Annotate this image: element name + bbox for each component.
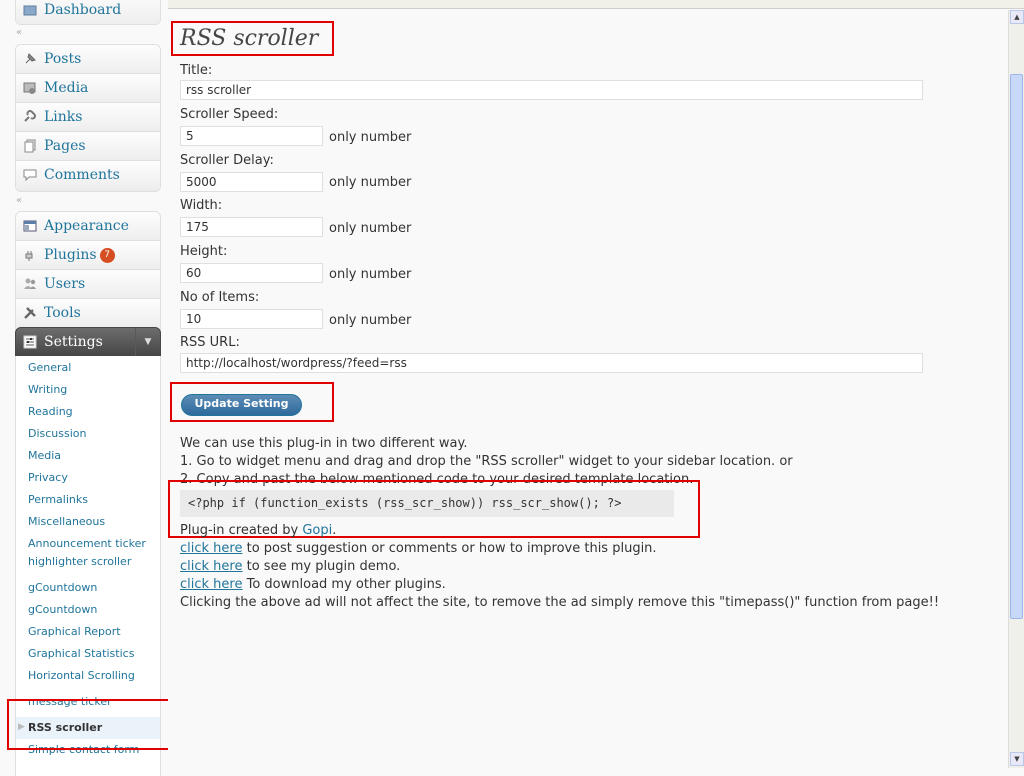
menu-tools[interactable]: Tools (16, 299, 160, 327)
media-icon (22, 80, 38, 96)
menu-dashboard-label: Dashboard (44, 2, 122, 18)
comments-icon (22, 167, 38, 183)
submenu-gcountdown-2[interactable]: gCountdown (28, 603, 97, 616)
scroll-down-arrow-icon[interactable]: ▼ (1010, 752, 1024, 766)
submenu-gcountdown[interactable]: gCountdown (28, 581, 97, 594)
submenu-general[interactable]: General (28, 361, 71, 374)
submenu-privacy[interactable]: Privacy (28, 471, 68, 484)
menu-plugins-label: Plugins (44, 247, 97, 263)
demo-text: to see my plugin demo. (242, 559, 401, 574)
submenu-miscellaneous[interactable]: Miscellaneous (28, 515, 105, 528)
appearance-icon (22, 218, 38, 234)
submenu-discussion[interactable]: Discussion (28, 427, 87, 440)
download-line: click here To download my other plugins. (180, 577, 446, 592)
rss-url-input[interactable] (180, 353, 923, 373)
demo-click-here-link[interactable]: click here (180, 559, 242, 574)
menu-posts[interactable]: Posts (16, 45, 160, 74)
title-input[interactable] (180, 80, 923, 100)
menu-links[interactable]: Links (16, 103, 160, 132)
admin-sidebar: Dashboard « Posts Media Links Pages Comm… (0, 0, 185, 776)
scroller-delay-input[interactable] (180, 172, 323, 192)
submenu-writing[interactable]: Writing (28, 383, 67, 396)
height-label: Height: (180, 244, 228, 259)
collapse-separator-icon[interactable]: « (16, 195, 22, 206)
vertical-scrollbar[interactable]: ▲ ▼ (1008, 10, 1024, 768)
menu-users-label: Users (44, 276, 86, 292)
content-menu-group: Posts Media Links Pages Comments (15, 44, 161, 192)
submenu-announcement-ticker[interactable]: Announcement ticker (28, 537, 146, 550)
width-input[interactable] (180, 217, 323, 237)
created-by-text: Plug-in created by (180, 523, 303, 538)
menu-settings-label: Settings (44, 334, 103, 350)
menu-posts-label: Posts (44, 51, 82, 67)
pages-icon (22, 138, 38, 154)
admin-menu-group: Appearance Plugins 7 Users Tools (15, 211, 161, 331)
scroller-speed-label: Scroller Speed: (180, 107, 279, 122)
usage-intro-text: We can use this plug-in in two different… (180, 436, 468, 451)
demo-line: click here to see my plugin demo. (180, 559, 400, 574)
menu-comments[interactable]: Comments (16, 161, 160, 189)
menu-pages-label: Pages (44, 138, 86, 154)
suggestion-click-here-link[interactable]: click here (180, 541, 242, 556)
scroller-delay-label: Scroller Delay: (180, 153, 274, 168)
height-hint: only number (329, 267, 412, 282)
menu-comments-label: Comments (44, 167, 120, 183)
scroller-speed-input[interactable] (180, 126, 323, 146)
submenu-graphical-report[interactable]: Graphical Report (28, 625, 121, 638)
height-input[interactable] (180, 263, 323, 283)
author-link[interactable]: Gopi (302, 523, 332, 538)
dashboard-block: Dashboard (15, 0, 161, 25)
pushpin-icon (22, 51, 38, 67)
menu-pages[interactable]: Pages (16, 132, 160, 161)
highlight-box-update-button (170, 382, 334, 422)
scroller-delay-hint: only number (329, 175, 412, 190)
scroller-speed-hint: only number (329, 130, 412, 145)
title-label: Title: (180, 63, 213, 78)
link-icon (22, 109, 38, 125)
menu-appearance[interactable]: Appearance (16, 212, 160, 241)
highlight-box-current-submenu (7, 699, 185, 750)
created-by-line: Plug-in created by Gopi. (180, 523, 336, 538)
created-by-suffix: . (332, 523, 337, 538)
download-click-here-link[interactable]: click here (180, 577, 242, 592)
menu-appearance-label: Appearance (44, 218, 129, 234)
menu-settings[interactable]: Settings ▼ (15, 327, 161, 357)
suggestion-text: to post suggestion or comments or how to… (242, 541, 657, 556)
submenu-horizontal-scrolling[interactable]: Horizontal Scrolling (28, 669, 135, 682)
users-icon (22, 276, 38, 292)
no-of-items-hint: only number (329, 313, 412, 328)
suggestion-line: click here to post suggestion or comment… (180, 541, 657, 556)
dashboard-icon (22, 2, 38, 18)
menu-users[interactable]: Users (16, 270, 160, 299)
scroll-up-arrow-icon[interactable]: ▲ (1010, 10, 1024, 24)
highlight-box-title (171, 21, 334, 56)
usage-step-1-text: 1. Go to widget menu and drag and drop t… (180, 454, 793, 469)
menu-links-label: Links (44, 109, 83, 125)
settings-icon (22, 334, 38, 350)
menu-media-label: Media (44, 80, 89, 96)
submenu-graphical-statistics[interactable]: Graphical Statistics (28, 647, 134, 660)
width-label: Width: (180, 198, 223, 213)
ad-note-text: Clicking the above ad will not affect th… (180, 595, 940, 610)
collapse-separator-icon[interactable]: « (16, 27, 22, 38)
menu-tools-label: Tools (44, 305, 81, 321)
rss-url-label: RSS URL: (180, 335, 240, 350)
no-of-items-label: No of Items: (180, 290, 260, 305)
scrollbar-thumb[interactable] (1010, 74, 1023, 619)
submenu-reading[interactable]: Reading (28, 405, 73, 418)
menu-dashboard[interactable]: Dashboard (16, 0, 160, 24)
plugins-icon (22, 247, 38, 263)
menu-media[interactable]: Media (16, 74, 160, 103)
submenu-permalinks[interactable]: Permalinks (28, 493, 88, 506)
width-hint: only number (329, 221, 412, 236)
main-content: RSS scroller Title: Scroller Speed: only… (168, 10, 1008, 768)
settings-toggle-arrow-icon[interactable]: ▼ (135, 328, 160, 356)
plugin-update-count-badge: 7 (99, 247, 115, 263)
no-of-items-input[interactable] (180, 309, 323, 329)
submenu-highlighter-scroller[interactable]: highlighter scroller (28, 555, 131, 568)
download-text: To download my other plugins. (242, 577, 446, 592)
tools-icon (22, 305, 38, 321)
submenu-media[interactable]: Media (28, 449, 61, 462)
menu-plugins[interactable]: Plugins 7 (16, 241, 160, 270)
